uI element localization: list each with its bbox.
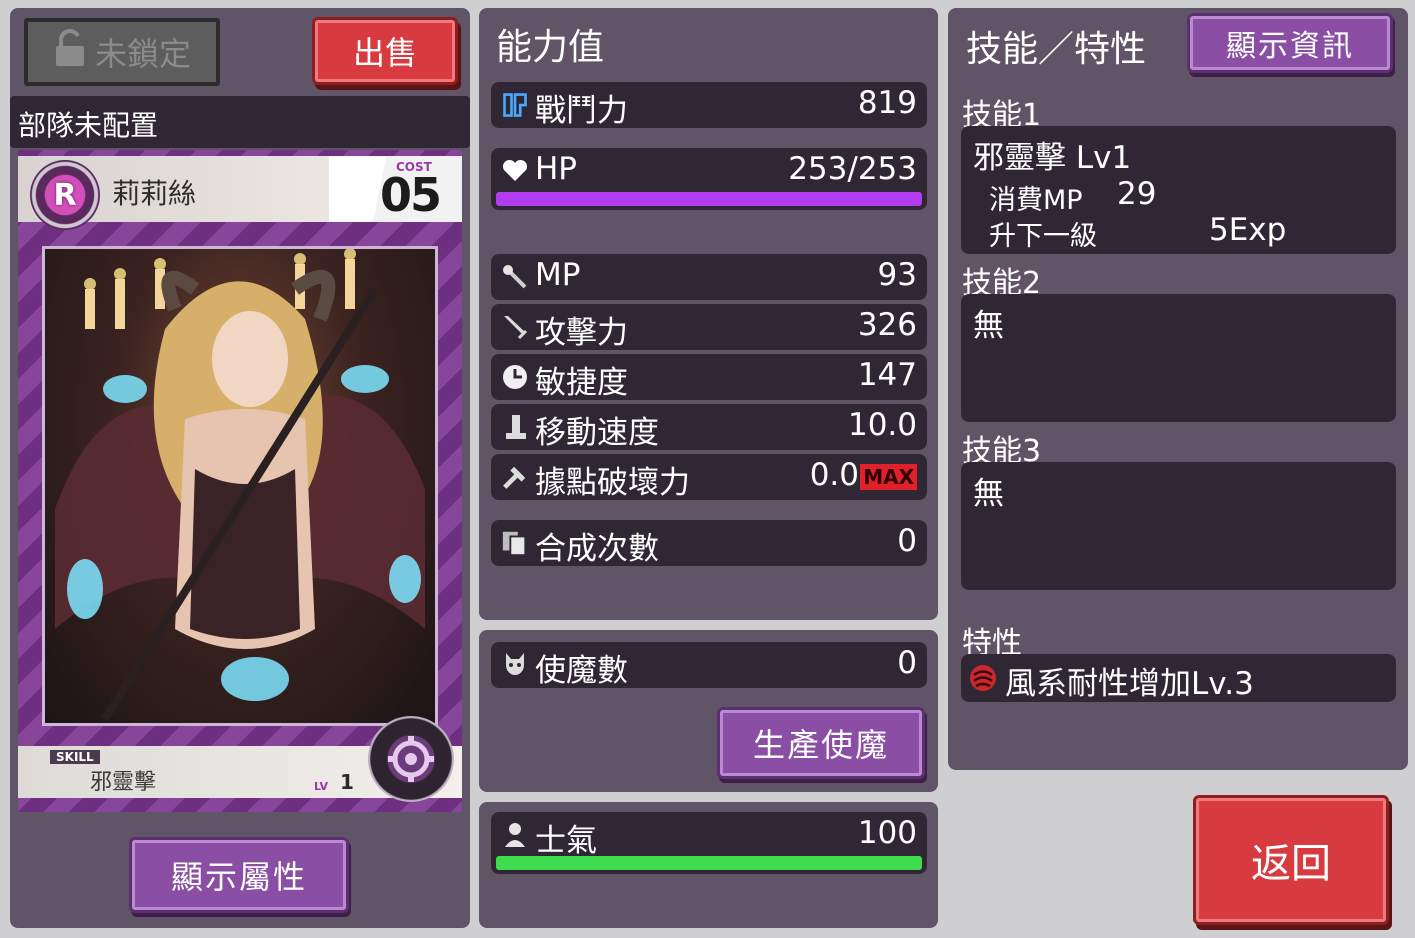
stat-move-speed: 移動速度 10.0 bbox=[491, 404, 927, 451]
stat-synthesis-count: 合成次數 0 bbox=[491, 520, 927, 567]
produce-familiar-button[interactable]: 生產使魔 bbox=[720, 710, 922, 776]
return-button[interactable]: 返回 bbox=[1196, 798, 1386, 922]
person-icon bbox=[501, 820, 529, 850]
stat-familiar-count: 使魔數 0 bbox=[491, 642, 927, 689]
sell-button[interactable]: 出售 bbox=[315, 20, 455, 82]
skill2-box: 無 bbox=[961, 294, 1396, 422]
deploy-status-bar: 部隊未配置 bbox=[10, 96, 470, 148]
stat-attack: 攻擊力 326 bbox=[491, 304, 927, 351]
wind-resist-icon bbox=[967, 662, 999, 698]
boot-icon bbox=[501, 412, 529, 442]
produce-familiar-label: 生產使魔 bbox=[752, 726, 889, 764]
skill2-value: 無 bbox=[973, 308, 1004, 344]
stat-agility: 敏捷度 147 bbox=[491, 354, 927, 401]
lock-label: 未鎖定 bbox=[94, 35, 191, 73]
card-lv-label: LV bbox=[314, 780, 329, 793]
skill1-next-value: 5Exp bbox=[1209, 212, 1287, 248]
hp-label: HP bbox=[535, 151, 578, 187]
card-lv-value: 1 bbox=[340, 770, 354, 794]
sell-label: 出售 bbox=[352, 34, 417, 72]
show-info-button[interactable]: 顯示資訊 bbox=[1190, 16, 1390, 70]
rarity-badge: R bbox=[30, 160, 100, 230]
base-destroy-label: 據點破壞力 bbox=[535, 465, 690, 501]
mp-label: MP bbox=[535, 257, 581, 293]
attack-label: 攻擊力 bbox=[535, 315, 628, 351]
heart-icon bbox=[501, 156, 529, 186]
hp-value: 253/253 bbox=[788, 151, 917, 187]
skill1-mp-label: 消費MP bbox=[989, 185, 1083, 216]
stat-base-destroy: 據點破壞力 0.0 MAX bbox=[491, 454, 927, 501]
character-card[interactable]: R 莉莉絲 COST 05 SKILL 邪靈擊 LV 1 bbox=[18, 150, 462, 812]
combat-power-value: 819 bbox=[857, 85, 917, 121]
card-skill-name: 邪靈擊 bbox=[90, 770, 157, 795]
deploy-status: 部隊未配置 bbox=[18, 109, 159, 142]
synthesis-count-value: 0 bbox=[897, 523, 917, 559]
attack-value: 326 bbox=[857, 307, 917, 343]
morale-bar bbox=[496, 856, 922, 870]
trait-value: 風系耐性增加Lv.3 bbox=[1005, 666, 1254, 702]
character-artwork bbox=[42, 246, 438, 726]
skill1-next-label: 升下一級 bbox=[989, 221, 1097, 252]
hp-bar-fill bbox=[496, 192, 922, 206]
cards-icon bbox=[501, 528, 529, 558]
show-attributes-label: 顯示屬性 bbox=[170, 858, 307, 896]
stat-combat-power: 戰鬥力 819 bbox=[491, 82, 927, 129]
skill-tag: SKILL bbox=[50, 750, 100, 764]
unlock-icon bbox=[53, 28, 87, 76]
skill1-mp-value: 29 bbox=[1117, 176, 1157, 212]
element-emblem bbox=[368, 716, 454, 802]
show-attributes-button[interactable]: 顯示屬性 bbox=[132, 840, 346, 910]
hp-bar bbox=[496, 192, 922, 206]
wand-icon bbox=[501, 262, 529, 292]
skill1-name: 邪靈擊 Lv1 bbox=[973, 140, 1132, 176]
cost-value: 05 bbox=[380, 168, 442, 222]
rarity-letter: R bbox=[53, 177, 77, 213]
stat-hp: HP 253/253 bbox=[491, 148, 927, 210]
combat-power-label: 戰鬥力 bbox=[535, 93, 628, 129]
morale-value: 100 bbox=[857, 815, 917, 851]
dark-element-icon bbox=[388, 736, 434, 782]
move-speed-value: 10.0 bbox=[847, 407, 917, 443]
hammer-icon bbox=[501, 462, 529, 492]
stat-morale: 士氣 100 bbox=[491, 812, 927, 874]
demon-icon bbox=[501, 650, 529, 680]
skill3-value: 無 bbox=[973, 476, 1004, 512]
trait-box[interactable]: 風系耐性增加Lv.3 bbox=[961, 654, 1396, 702]
familiar-count-value: 0 bbox=[897, 645, 917, 681]
skill1-box[interactable]: 邪靈擊 Lv1 消費MP 29 升下一級 5Exp bbox=[961, 126, 1396, 254]
combat-power-icon bbox=[501, 90, 529, 120]
familiar-count-label: 使魔數 bbox=[535, 653, 628, 689]
sword-icon bbox=[501, 312, 529, 342]
return-label: 返回 bbox=[1251, 841, 1331, 887]
skill3-box: 無 bbox=[961, 462, 1396, 590]
agility-label: 敏捷度 bbox=[535, 365, 628, 401]
morale-bar-fill bbox=[496, 856, 922, 870]
show-info-label: 顯示資訊 bbox=[1226, 29, 1354, 64]
move-speed-label: 移動速度 bbox=[535, 415, 659, 451]
clock-icon bbox=[501, 362, 529, 392]
skills-title: 技能／特性 bbox=[966, 29, 1147, 70]
stat-mp: MP 93 bbox=[491, 254, 927, 300]
stats-title: 能力值 bbox=[496, 27, 605, 68]
synthesis-count-label: 合成次數 bbox=[535, 531, 659, 567]
base-destroy-value: 0.0 bbox=[809, 457, 859, 493]
lock-button[interactable]: 未鎖定 bbox=[24, 18, 220, 86]
card-name: 莉莉絲 bbox=[112, 177, 197, 210]
agility-value: 147 bbox=[857, 357, 917, 393]
mp-value: 93 bbox=[877, 257, 917, 293]
max-badge: MAX bbox=[860, 464, 917, 490]
morale-label: 士氣 bbox=[535, 823, 597, 859]
